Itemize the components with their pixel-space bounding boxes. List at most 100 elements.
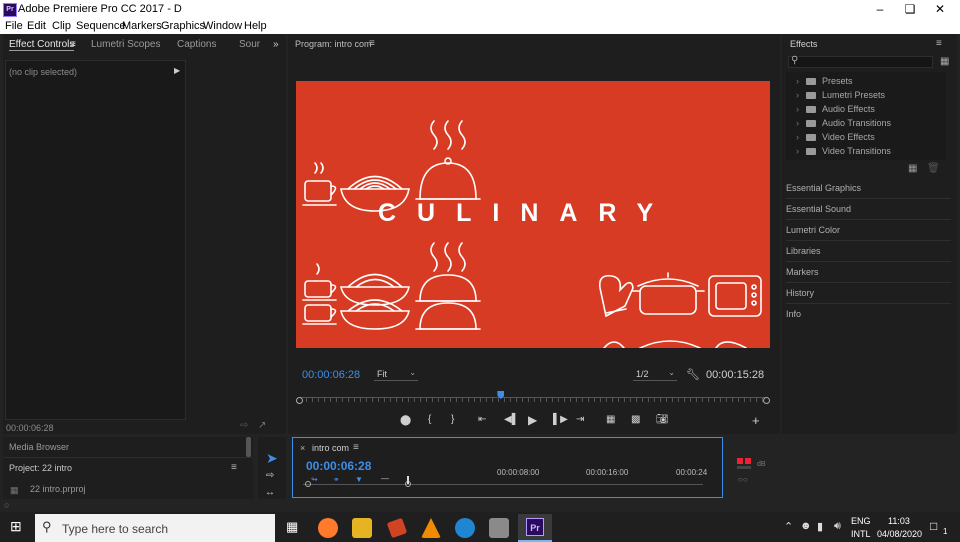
tab-captions[interactable]: Captions: [177, 39, 216, 50]
battery-icon[interactable]: ▮: [817, 520, 823, 533]
add-button-icon[interactable]: +: [752, 413, 760, 428]
export-frame-icon[interactable]: 📷︎: [656, 414, 669, 425]
language-2[interactable]: INTL: [851, 529, 871, 539]
people-icon[interactable]: ☻: [800, 520, 812, 532]
task-view-icon[interactable]: ▦: [286, 519, 298, 535]
sequence-menu-icon[interactable]: ≡: [353, 442, 359, 453]
menu-markers[interactable]: Markers: [122, 20, 162, 32]
go-to-in-icon[interactable]: ⇤: [478, 414, 486, 425]
project-menu-icon[interactable]: ≡: [231, 462, 237, 473]
section-essential-sound[interactable]: Essential Sound: [786, 204, 951, 220]
new-folder-icon[interactable]: ▦: [908, 163, 917, 174]
new-bin-icon[interactable]: ▦: [940, 56, 949, 67]
menu-sequence[interactable]: Sequence: [76, 20, 126, 32]
go-to-out-icon[interactable]: ⇥: [576, 414, 584, 425]
remote-desktop-icon[interactable]: [489, 518, 509, 538]
add-marker-icon[interactable]: ⬤: [400, 415, 411, 426]
close-sequence-icon[interactable]: ×: [300, 443, 305, 453]
folder-video-transitions[interactable]: › Video Transitions: [796, 146, 891, 156]
tab-lumetri-scopes[interactable]: Lumetri Scopes: [91, 39, 160, 50]
zoom-handle-left[interactable]: [305, 481, 311, 487]
timeline-playhead[interactable]: [407, 476, 409, 484]
minimize-button[interactable]: –: [865, 0, 895, 18]
tab-source[interactable]: Sour: [239, 39, 260, 50]
clock-date[interactable]: 04/08/2020: [877, 529, 922, 539]
firefox-icon[interactable]: [318, 518, 338, 538]
program-title[interactable]: Program: intro com: [295, 39, 372, 49]
ripple-edit-icon[interactable]: ↔: [265, 487, 275, 498]
selection-tool-icon[interactable]: ➤: [266, 450, 278, 467]
menu-edit[interactable]: Edit: [27, 20, 46, 32]
wrench-icon[interactable]: —: [381, 474, 389, 483]
tab-effect-controls[interactable]: Effect Controls: [9, 39, 75, 51]
taskbar-search[interactable]: ⚲ Type here to search: [35, 514, 275, 542]
lift-icon[interactable]: ▦: [606, 414, 615, 425]
sequence-tab[interactable]: intro com: [312, 443, 349, 453]
maximize-button[interactable]: ❏: [895, 0, 925, 18]
effects-menu-icon[interactable]: ≡: [936, 38, 942, 49]
step-back-icon[interactable]: ◀▌: [504, 414, 519, 425]
step-forward-icon[interactable]: ▌▶: [553, 414, 568, 425]
scrub-ruler[interactable]: [296, 391, 770, 405]
tab-media-browser[interactable]: Media Browser: [9, 442, 69, 452]
filter-icon[interactable]: ⇨: [240, 420, 248, 431]
track-select-icon[interactable]: ⇨: [266, 470, 274, 481]
mark-out-icon[interactable]: }: [451, 414, 454, 425]
extract-icon[interactable]: ▩: [631, 414, 640, 425]
menu-clip[interactable]: Clip: [52, 20, 71, 32]
section-markers[interactable]: Markers: [786, 267, 951, 283]
tabs-overflow-icon[interactable]: »: [273, 39, 279, 50]
program-current-timecode[interactable]: 00:00:06:28: [302, 369, 360, 381]
scrollbar[interactable]: [246, 437, 251, 457]
effects-search-input[interactable]: ⚲: [788, 55, 933, 68]
project-file-name[interactable]: 22 intro.prproj: [30, 484, 86, 494]
timeline-ruler[interactable]: [303, 484, 703, 485]
section-lumetri-color[interactable]: Lumetri Color: [786, 225, 951, 241]
clip-indicator-icon: [737, 458, 743, 464]
section-libraries[interactable]: Libraries: [786, 246, 951, 262]
section-history[interactable]: History: [786, 288, 951, 304]
edge-icon[interactable]: [455, 518, 475, 538]
trash-icon[interactable]: 🗑︎: [927, 163, 940, 174]
folder-audio-effects[interactable]: › Audio Effects: [796, 104, 875, 114]
volume-icon[interactable]: 🔊︎: [834, 520, 841, 533]
timeline-timecode[interactable]: 00:00:06:28: [306, 459, 371, 473]
settings-wrench-icon[interactable]: 🔧︎: [686, 368, 700, 381]
menu-help[interactable]: Help: [244, 20, 267, 32]
chevron-up-icon[interactable]: ⌃: [784, 520, 793, 533]
folder-audio-transitions[interactable]: › Audio Transitions: [796, 118, 891, 128]
section-info[interactable]: Info: [786, 309, 951, 324]
folder-video-effects[interactable]: › Video Effects: [796, 132, 875, 142]
program-menu-icon[interactable]: ≡: [369, 38, 375, 49]
expand-arrow-icon[interactable]: ▶: [174, 66, 180, 75]
microwave-icon: [708, 275, 762, 317]
clip-indicator-icon: [745, 458, 751, 464]
windows-start-icon[interactable]: ⊞: [10, 518, 22, 535]
menu-graphics[interactable]: Graphics: [161, 20, 205, 32]
file-explorer-icon[interactable]: [352, 518, 372, 538]
menu-window[interactable]: Window: [203, 20, 242, 32]
folder-presets[interactable]: › Presets: [796, 76, 853, 86]
notifications-icon[interactable]: □: [930, 519, 937, 533]
scrub-end-handle[interactable]: [763, 397, 770, 404]
section-essential-graphics[interactable]: Essential Graphics: [786, 183, 951, 199]
export-icon[interactable]: ↗: [258, 420, 266, 431]
panel-menu-icon[interactable]: ≡: [70, 39, 76, 50]
scrub-start-handle[interactable]: [296, 397, 303, 404]
project-title[interactable]: Project: 22 intro: [9, 463, 72, 473]
clock-time[interactable]: 11:03: [888, 516, 910, 526]
fit-dropdown[interactable]: Fit ⌄: [374, 368, 418, 381]
mark-in-icon[interactable]: {: [428, 414, 431, 425]
close-button[interactable]: ✕: [925, 0, 955, 18]
premiere-taskbar-button[interactable]: Pr: [518, 514, 552, 542]
add-marker-timeline-icon[interactable]: ▼: [355, 475, 363, 484]
resolution-dropdown[interactable]: 1/2 ⌄: [633, 368, 677, 381]
language-1[interactable]: ENG: [851, 516, 871, 526]
menu-file[interactable]: File: [5, 20, 23, 32]
linked-selection-icon[interactable]: ⚭: [333, 475, 340, 484]
video-title-text: CULINARY: [378, 199, 675, 227]
play-icon[interactable]: ▶: [528, 413, 537, 427]
effects-title[interactable]: Effects: [790, 39, 817, 49]
folder-lumetri-presets[interactable]: › Lumetri Presets: [796, 90, 885, 100]
snap-icon[interactable]: ↬: [311, 475, 318, 484]
